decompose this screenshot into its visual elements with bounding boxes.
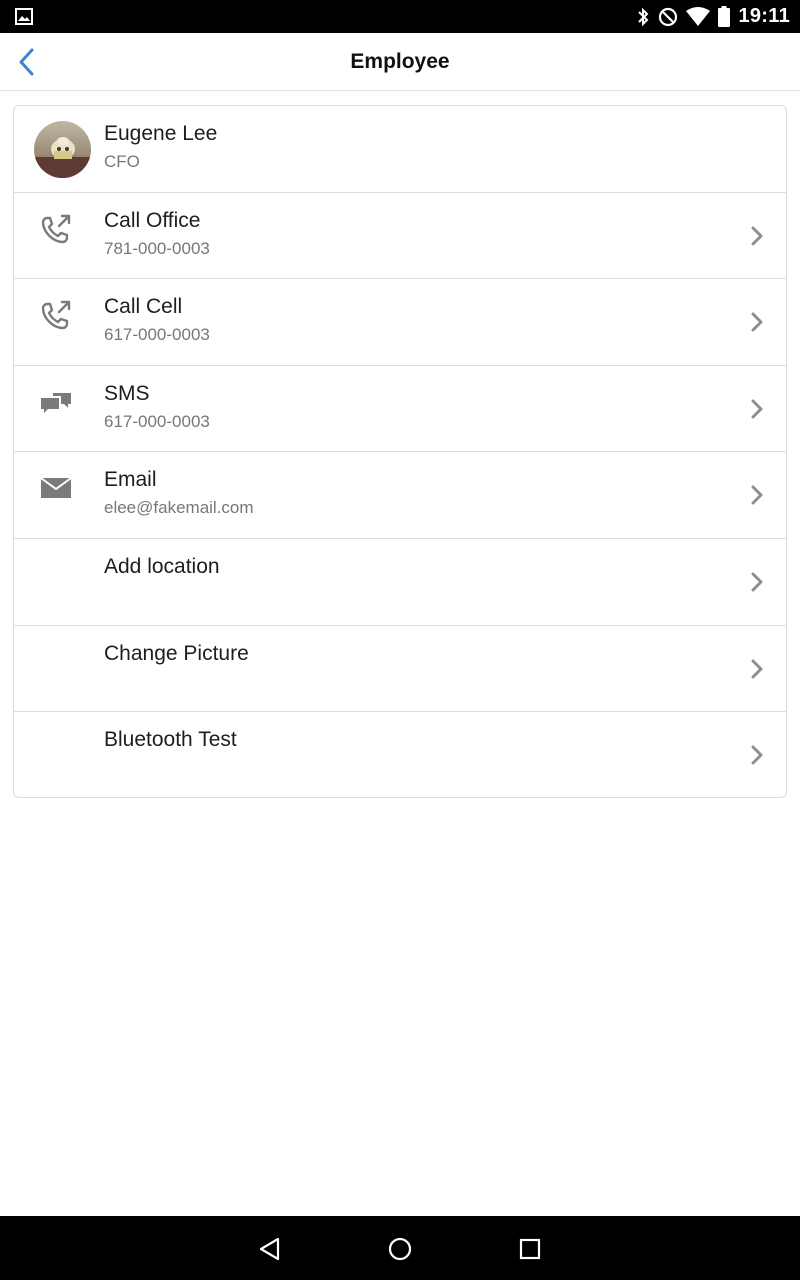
email-row[interactable]: Email elee@fakemail.com <box>14 452 786 539</box>
call-cell-row[interactable]: Call Cell 617-000-0003 <box>14 279 786 366</box>
system-nav-bar <box>0 1216 800 1280</box>
chevron-right-icon <box>751 399 763 419</box>
change-picture-row[interactable]: Change Picture <box>14 626 786 713</box>
status-bar: 19:11 <box>0 0 800 33</box>
profile-row: Eugene Lee CFO <box>14 106 786 193</box>
nav-back-button[interactable] <box>255 1234 285 1264</box>
wifi-icon <box>686 6 711 26</box>
chevron-right-icon <box>751 226 763 246</box>
sms-label: SMS <box>104 381 150 405</box>
chevron-right-icon <box>751 572 763 592</box>
call-office-label: Call Office <box>104 208 201 232</box>
employee-card: Eugene Lee CFO Call Office 781-000-0003 … <box>13 105 787 798</box>
chevron-right-icon <box>751 312 763 332</box>
bluetooth-test-row[interactable]: Bluetooth Test <box>14 712 786 797</box>
bluetooth-icon <box>638 7 649 26</box>
add-location-row[interactable]: Add location <box>14 539 786 626</box>
bluetooth-test-label: Bluetooth Test <box>104 728 237 752</box>
envelope-icon <box>40 477 72 499</box>
change-picture-label: Change Picture <box>104 641 249 665</box>
chat-bubbles-icon <box>41 392 71 413</box>
employee-name: Eugene Lee <box>104 122 218 145</box>
call-cell-number: 617-000-0003 <box>104 325 210 345</box>
nav-home-button[interactable] <box>385 1234 415 1264</box>
do-not-disturb-icon <box>659 7 678 26</box>
page-title: Employee <box>350 50 450 73</box>
app-bar: Employee <box>0 33 800 91</box>
triangle-back-icon <box>259 1237 280 1261</box>
chevron-right-icon <box>751 659 763 679</box>
avatar <box>34 121 91 178</box>
sms-row[interactable]: SMS 617-000-0003 <box>14 366 786 453</box>
employee-title: CFO <box>104 152 140 171</box>
battery-icon <box>718 6 731 27</box>
square-recents-icon <box>519 1238 541 1260</box>
chevron-right-icon <box>751 745 763 765</box>
circle-home-icon <box>388 1237 412 1261</box>
nav-recents-button[interactable] <box>515 1234 545 1264</box>
clock: 19:11 <box>738 5 790 27</box>
add-location-label: Add location <box>104 554 220 578</box>
call-office-number: 781-000-0003 <box>104 238 210 258</box>
chevron-right-icon <box>751 485 763 505</box>
email-address: elee@fakemail.com <box>104 498 254 518</box>
email-label: Email <box>104 468 157 492</box>
call-office-row[interactable]: Call Office 781-000-0003 <box>14 193 786 280</box>
phone-outgoing-icon <box>41 300 71 330</box>
status-icons: 19:11 <box>628 0 790 33</box>
phone-outgoing-icon <box>41 214 71 243</box>
gallery-icon <box>15 8 33 25</box>
sms-number: 617-000-0003 <box>104 411 210 431</box>
call-cell-label: Call Cell <box>104 295 183 319</box>
